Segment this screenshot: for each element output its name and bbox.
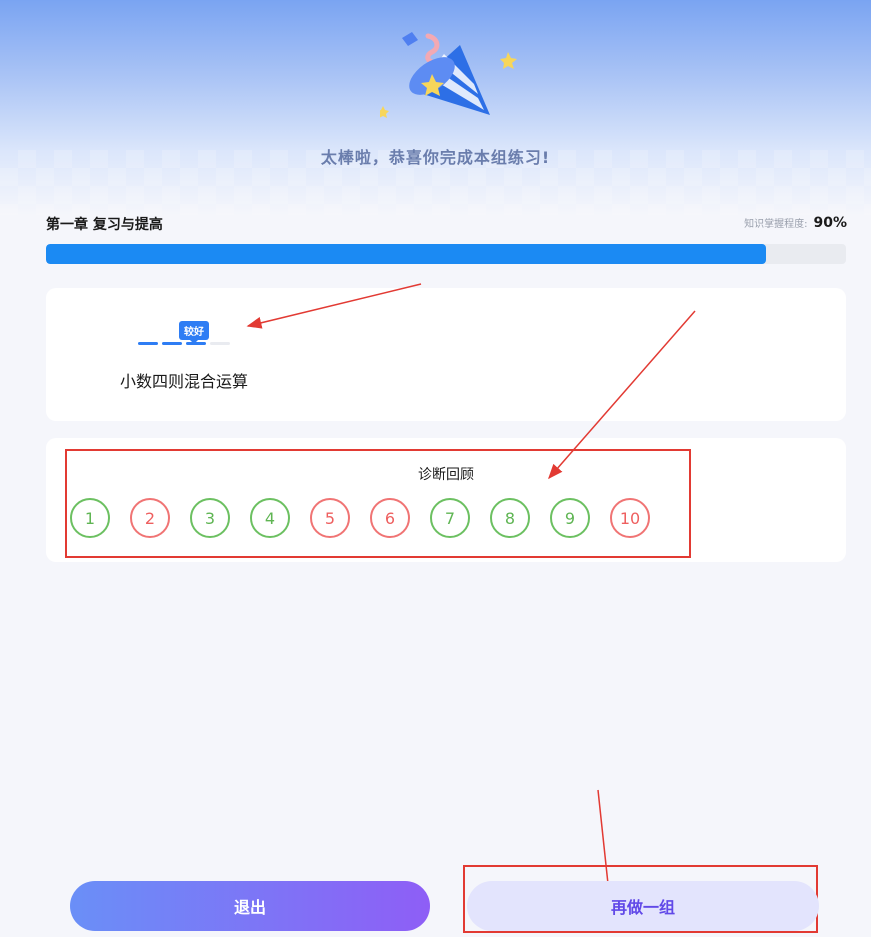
level-segment — [186, 342, 206, 345]
mastery-label: 知识掌握程度: — [744, 219, 808, 230]
mastery-value: 90% — [813, 215, 847, 231]
chapter-title: 第一章 复习与提高 — [46, 217, 163, 233]
level-segment — [162, 342, 182, 345]
mastery-indicator: 知识掌握程度: 90% — [744, 215, 847, 231]
level-segment — [210, 342, 230, 345]
exit-button[interactable]: 退出 — [70, 881, 430, 931]
level-bars — [138, 342, 230, 345]
party-popper-icon — [380, 32, 517, 118]
level-tag: 较好 — [179, 321, 209, 340]
mastery-progress-fill — [46, 244, 766, 264]
annotation-box-review — [65, 449, 691, 558]
level-segment — [138, 342, 158, 345]
completion-message: 太棒啦，恭喜你完成本组练习! — [320, 148, 551, 167]
mastery-progress-bar — [46, 244, 846, 264]
header-banner: 太棒啦，恭喜你完成本组练习! — [0, 0, 871, 215]
knowledge-card: 较好 小数四则混合运算 — [46, 288, 846, 421]
knowledge-point-name[interactable]: 小数四则混合运算 — [120, 368, 248, 392]
retry-button[interactable]: 再做一组 — [467, 881, 819, 931]
